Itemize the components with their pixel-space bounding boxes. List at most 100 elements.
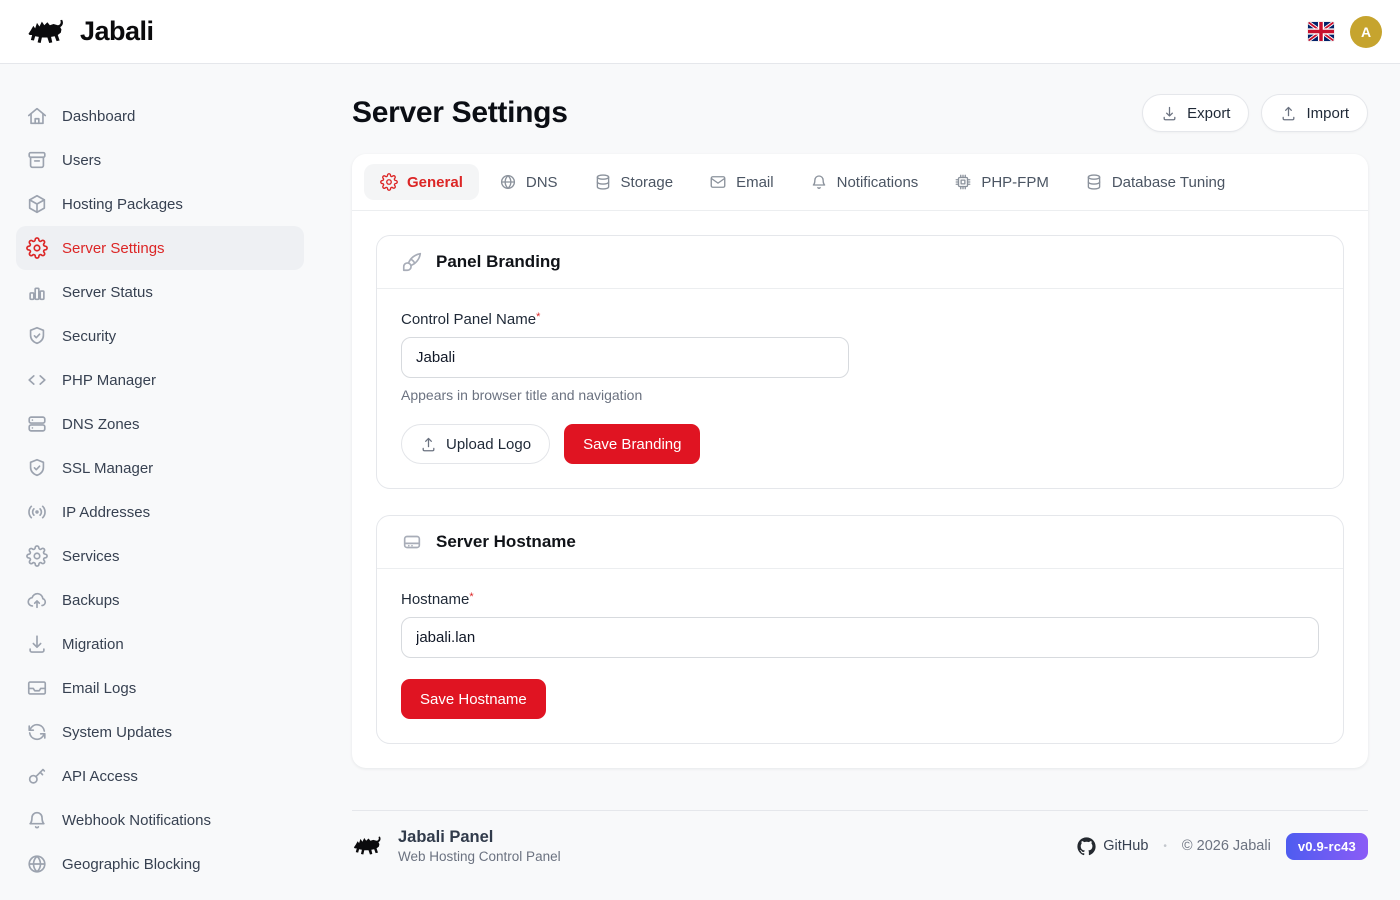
page-title: Server Settings xyxy=(352,96,568,130)
sidebar-item-server-settings[interactable]: Server Settings xyxy=(16,226,304,270)
sidebar-item-label: Backups xyxy=(62,592,120,609)
globe-icon xyxy=(26,853,48,875)
sidebar-item-label: Services xyxy=(62,548,120,565)
server-hostname-card: Server Hostname Hostname* Save Hostname xyxy=(376,515,1344,744)
sidebar-item-ip-addresses[interactable]: IP Addresses xyxy=(16,490,304,534)
hostname-label: Hostname* xyxy=(401,591,1319,608)
sidebar-item-email-logs[interactable]: Email Logs xyxy=(16,666,304,710)
tab-notifications[interactable]: Notifications xyxy=(794,164,935,200)
sidebar-item-migration[interactable]: Migration xyxy=(16,622,304,666)
github-icon xyxy=(1077,837,1096,856)
control-panel-name-label: Control Panel Name* xyxy=(401,311,1319,328)
tab-label: Database Tuning xyxy=(1112,174,1225,191)
action-button-label: Import xyxy=(1306,105,1349,122)
sidebar-item-dashboard[interactable]: Dashboard xyxy=(16,94,304,138)
boar-logo-icon xyxy=(26,16,70,48)
app-logo[interactable]: Jabali xyxy=(26,16,154,48)
tab-label: DNS xyxy=(526,174,558,191)
page-footer: Jabali Panel Web Hosting Control Panel G… xyxy=(352,810,1368,884)
sidebar-item-label: Migration xyxy=(62,636,124,653)
tab-dns[interactable]: DNS xyxy=(483,164,574,200)
footer-boar-logo-icon xyxy=(352,833,386,859)
sidebar-item-label: Dashboard xyxy=(62,108,135,125)
sidebar-item-label: Users xyxy=(62,152,101,169)
save-hostname-button[interactable]: Save Hostname xyxy=(401,679,546,719)
sidebar-item-server-status[interactable]: Server Status xyxy=(16,270,304,314)
export-button[interactable]: Export xyxy=(1142,94,1249,132)
server-stack-icon xyxy=(26,413,48,435)
top-header: Jabali A xyxy=(0,0,1400,64)
server-icon xyxy=(401,531,423,553)
sidebar-item-api-access[interactable]: API Access xyxy=(16,754,304,798)
panel-branding-card: Panel Branding Control Panel Name* Appea… xyxy=(376,235,1344,489)
download-tray-icon xyxy=(26,633,48,655)
main-content: Server Settings Export Import General DN… xyxy=(320,64,1400,900)
tab-php-fpm[interactable]: PHP-FPM xyxy=(938,164,1065,200)
footer-separator: • xyxy=(1163,841,1167,852)
hostname-input[interactable] xyxy=(401,617,1319,658)
home-icon xyxy=(26,105,48,127)
upload-logo-button[interactable]: Upload Logo xyxy=(401,424,550,464)
download-tray-icon xyxy=(1161,105,1178,122)
cloud-upload-icon xyxy=(26,589,48,611)
sidebar-item-label: Email Logs xyxy=(62,680,136,697)
shield-check-icon xyxy=(26,457,48,479)
sidebar-item-label: Geographic Blocking xyxy=(62,856,200,873)
gear-icon xyxy=(380,173,398,191)
key-icon xyxy=(26,765,48,787)
avatar[interactable]: A xyxy=(1350,16,1382,48)
sidebar-item-backups[interactable]: Backups xyxy=(16,578,304,622)
gear-icon xyxy=(26,237,48,259)
sidebar-item-webhook-notifications[interactable]: Webhook Notifications xyxy=(16,798,304,842)
sidebar-item-ssl-manager[interactable]: SSL Manager xyxy=(16,446,304,490)
page-actions: Export Import xyxy=(1142,94,1368,132)
tab-email[interactable]: Email xyxy=(693,164,790,200)
database-icon xyxy=(1085,173,1103,191)
globe-icon xyxy=(499,173,517,191)
cpu-icon xyxy=(954,173,972,191)
sidebar-item-users[interactable]: Users xyxy=(16,138,304,182)
sidebar-item-label: SSL Manager xyxy=(62,460,153,477)
sidebar-item-label: API Access xyxy=(62,768,138,785)
upload-tray-icon xyxy=(1280,105,1297,122)
footer-brand: Jabali Panel xyxy=(398,828,561,847)
github-link[interactable]: GitHub xyxy=(1077,837,1148,856)
sidebar-item-label: Server Status xyxy=(62,284,153,301)
sidebar-item-label: System Updates xyxy=(62,724,172,741)
sidebar-item-services[interactable]: Services xyxy=(16,534,304,578)
sidebar-item-hosting-packages[interactable]: Hosting Packages xyxy=(16,182,304,226)
tab-storage[interactable]: Storage xyxy=(578,164,690,200)
footer-subtitle: Web Hosting Control Panel xyxy=(398,849,561,864)
database-icon xyxy=(594,173,612,191)
sidebar-item-label: Hosting Packages xyxy=(62,196,183,213)
tab-database-tuning[interactable]: Database Tuning xyxy=(1069,164,1241,200)
sidebar-nav: Dashboard Users Hosting Packages Server … xyxy=(0,64,320,900)
settings-card: General DNS Storage Email Notifications … xyxy=(352,154,1368,768)
sidebar-item-geographic-blocking[interactable]: Geographic Blocking xyxy=(16,842,304,886)
sidebar-item-label: Security xyxy=(62,328,116,345)
upload-icon xyxy=(420,436,437,453)
tab-general[interactable]: General xyxy=(364,164,479,200)
sidebar-item-system-updates[interactable]: System Updates xyxy=(16,710,304,754)
sidebar-item-php-manager[interactable]: PHP Manager xyxy=(16,358,304,402)
version-badge: v0.9-rc43 xyxy=(1286,833,1368,860)
save-branding-button[interactable]: Save Branding xyxy=(564,424,700,464)
sidebar-item-dns-zones[interactable]: DNS Zones xyxy=(16,402,304,446)
bell-icon xyxy=(810,173,828,191)
mail-icon xyxy=(709,173,727,191)
chart-bars-icon xyxy=(26,281,48,303)
gear-icon xyxy=(26,545,48,567)
language-flag-icon[interactable] xyxy=(1308,22,1334,41)
control-panel-name-input[interactable] xyxy=(401,337,849,378)
import-button[interactable]: Import xyxy=(1261,94,1368,132)
sidebar-item-security[interactable]: Security xyxy=(16,314,304,358)
tab-label: PHP-FPM xyxy=(981,174,1049,191)
panel-branding-title: Panel Branding xyxy=(436,252,561,272)
archive-icon xyxy=(26,149,48,171)
inbox-icon xyxy=(26,677,48,699)
control-panel-name-help: Appears in browser title and navigation xyxy=(401,387,1319,403)
broadcast-icon xyxy=(26,501,48,523)
required-mark: * xyxy=(536,311,540,323)
package-icon xyxy=(26,193,48,215)
refresh-icon xyxy=(26,721,48,743)
